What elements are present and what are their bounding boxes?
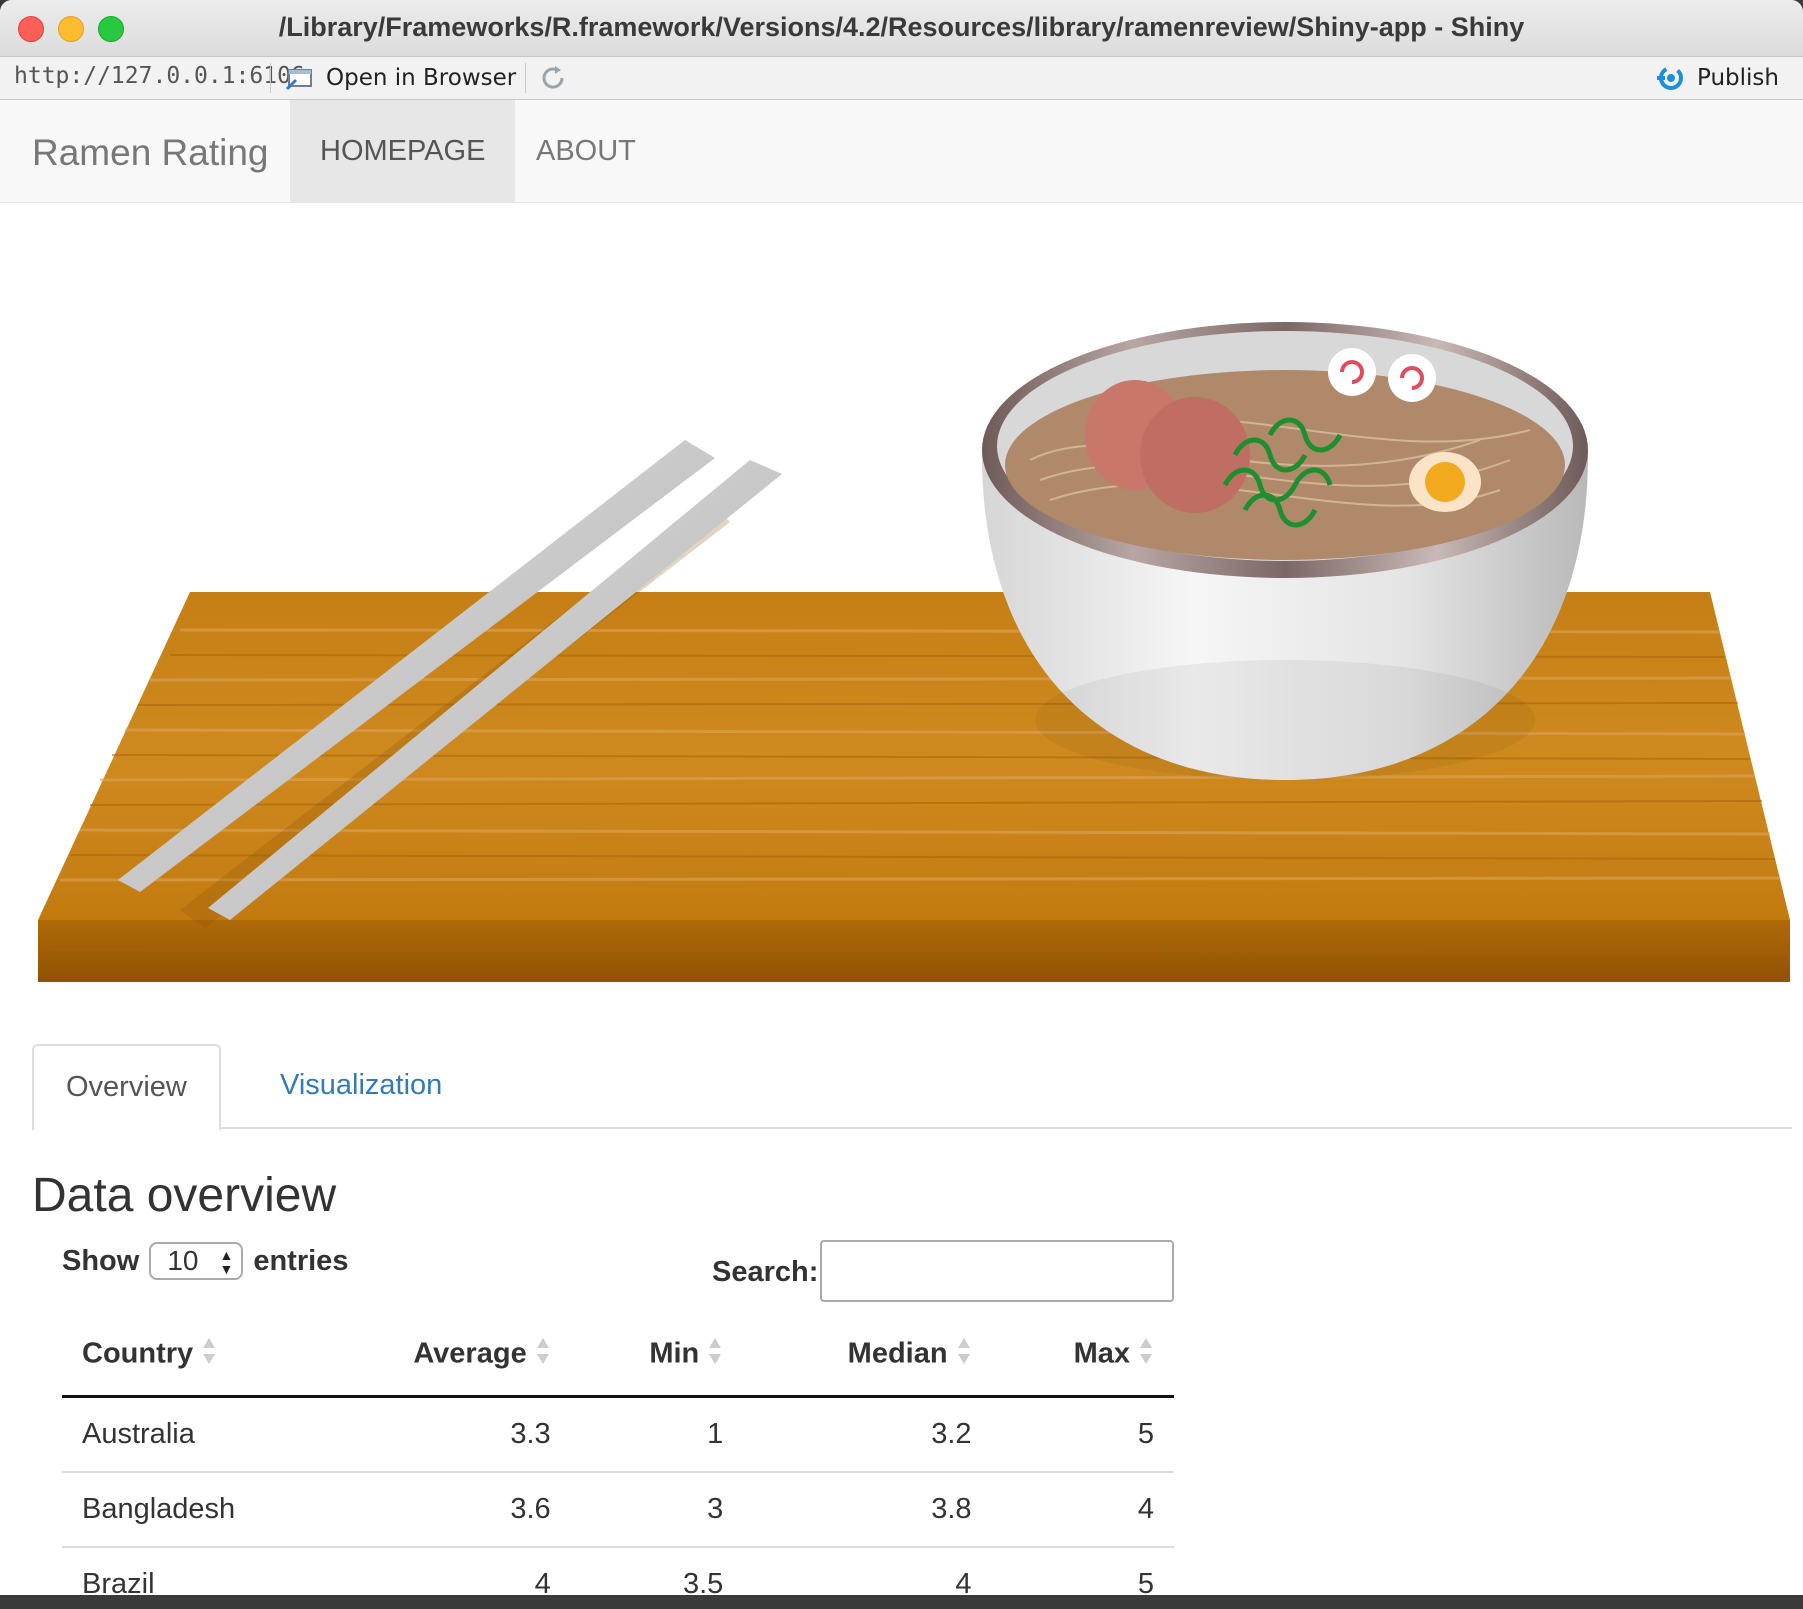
select-arrows-icon: ▲ ▼: [219, 1247, 234, 1277]
cell-max: 4: [991, 1472, 1174, 1548]
cell-country: Bangladesh: [62, 1472, 302, 1548]
cell-max: 5: [991, 1396, 1174, 1473]
show-label: Show: [62, 1244, 140, 1277]
app-brand[interactable]: Ramen Rating: [32, 132, 269, 174]
cell-average: 4: [302, 1547, 571, 1595]
cell-max: 5: [991, 1547, 1174, 1595]
publish-label: Publish: [1697, 65, 1779, 91]
window-title: /Library/Frameworks/R.framework/Versions…: [278, 12, 1525, 42]
tab-visualization[interactable]: Visualization: [248, 1044, 474, 1127]
open-in-browser-label: Open in Browser: [326, 65, 517, 91]
app-navbar: Ramen Rating HOMEPAGE ABOUT: [0, 100, 1803, 203]
data-table: Country Average Min Median Max Australia…: [62, 1315, 1174, 1595]
entries-label: entries: [253, 1244, 349, 1277]
search-label: Search:: [712, 1256, 819, 1288]
content-tabs: Overview Visualization: [32, 1044, 1792, 1131]
cell-median: 3.2: [743, 1396, 992, 1473]
sort-icon: [956, 1336, 972, 1374]
table-row: Bangladesh 3.6 3 3.8 4: [62, 1472, 1174, 1548]
refresh-icon[interactable]: [538, 63, 568, 93]
column-header-average[interactable]: Average: [302, 1315, 571, 1398]
entries-length-control: Show 10 ▲ ▼ entries: [62, 1242, 348, 1280]
column-header-max[interactable]: Max: [991, 1315, 1174, 1398]
publish-icon: [1657, 66, 1683, 90]
cell-country: Australia: [62, 1396, 302, 1473]
nav-about[interactable]: ABOUT: [506, 100, 666, 202]
cell-min: 1: [570, 1396, 744, 1473]
entries-select[interactable]: 10 ▲ ▼: [149, 1242, 244, 1280]
page-title: Data overview: [32, 1169, 337, 1222]
sort-icon: [707, 1336, 723, 1374]
open-in-browser-button[interactable]: Open in Browser: [286, 61, 516, 95]
cell-average: 3.6: [302, 1472, 571, 1548]
url-display: http://127.0.0.1:6106: [14, 63, 305, 89]
title-bar: /Library/Frameworks/R.framework/Versions…: [0, 0, 1803, 57]
cell-median: 3.8: [743, 1472, 992, 1548]
tab-overview[interactable]: Overview: [32, 1044, 221, 1131]
sort-icon: [1138, 1336, 1154, 1374]
table-row: Brazil 4 3.5 4 5: [62, 1547, 1174, 1595]
ramen-hero-image: [38, 322, 1791, 982]
viewer-toolbar: http://127.0.0.1:6106 Open in Browser Pu…: [0, 57, 1803, 100]
cell-country: Brazil: [62, 1547, 302, 1595]
cell-average: 3.3: [302, 1396, 571, 1473]
entries-value: 10: [167, 1245, 199, 1276]
toolbar-divider: [270, 63, 271, 93]
column-header-min[interactable]: Min: [570, 1315, 744, 1398]
search-input[interactable]: [820, 1240, 1174, 1302]
cell-min: 3: [570, 1472, 744, 1548]
cell-min: 3.5: [570, 1547, 744, 1595]
shiny-window: /Library/Frameworks/R.framework/Versions…: [0, 0, 1803, 1595]
open-browser-icon: [286, 69, 312, 91]
column-header-median[interactable]: Median: [743, 1315, 992, 1398]
nav-homepage[interactable]: HOMEPAGE: [290, 100, 516, 202]
sort-icon: [535, 1336, 551, 1374]
table-row: Australia 3.3 1 3.2 5: [62, 1396, 1174, 1473]
column-header-country[interactable]: Country: [62, 1315, 302, 1398]
toolbar-divider: [525, 63, 526, 93]
cell-median: 4: [743, 1547, 992, 1595]
publish-button[interactable]: Publish ▾: [1655, 61, 1803, 95]
sort-icon: [201, 1336, 217, 1374]
table-header-row: Country Average Min Median Max: [62, 1315, 1174, 1398]
